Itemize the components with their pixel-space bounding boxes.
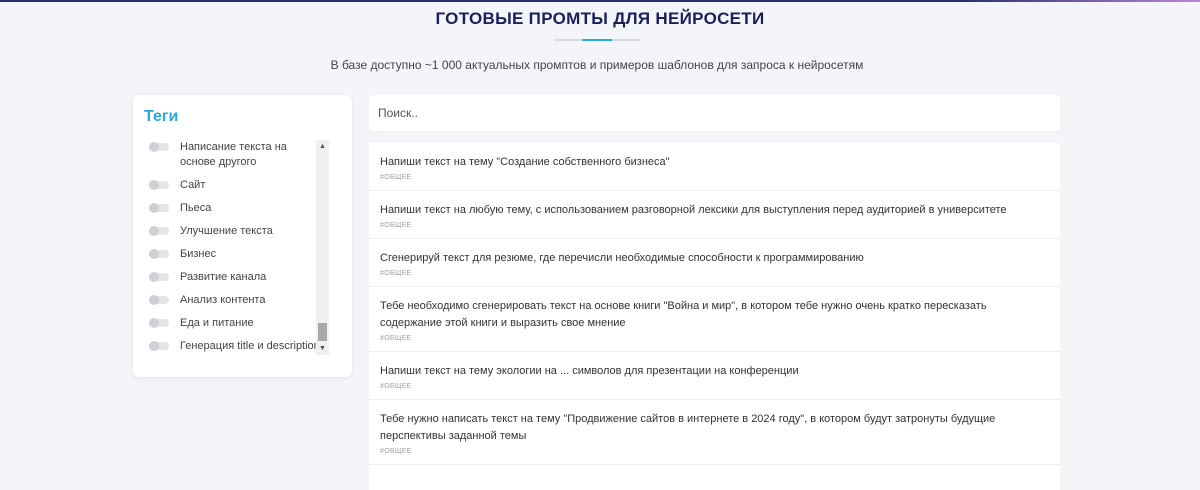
tag-label: Написание текста на основе другого [180,141,287,168]
prompt-text[interactable]: Тебе необходимо сгенерировать текст на о… [380,298,1049,332]
top-accent-line [0,0,1200,2]
prompt-tag[interactable]: #ОБЩЕЕ [380,222,1049,238]
prompt-tag[interactable]: #ОБЩЕЕ [380,174,1049,190]
prompt-text[interactable]: Напиши текст на тему "Создание собственн… [380,154,1049,171]
prompt-text[interactable]: Напиши текст на любую тему, с использова… [380,202,1049,219]
prompt-card[interactable]: Тебе необходимо сгенерировать текст на о… [369,287,1060,352]
prompts-list: Напиши текст на тему "Создание собственн… [369,143,1060,490]
prompt-card[interactable]: Сгенерируй текст для резюме, где перечис… [369,239,1060,287]
tag-toggle[interactable] [149,295,169,305]
tag-toggle[interactable] [149,142,169,152]
tag-label: Еда и питание [180,317,254,329]
scroll-down-arrow-icon[interactable]: ▼ [316,342,329,355]
title-underline [554,39,640,41]
tag-toggle[interactable] [149,318,169,328]
tag-label: Бизнес [180,248,217,260]
prompt-tag[interactable]: #ОБЩЕЕ [380,270,1049,286]
tag-item[interactable]: Пьеса [149,201,332,216]
tags-scrollbar[interactable]: ▲ ▼ [316,140,329,355]
tag-item[interactable]: Еда и питание [149,316,332,331]
tag-toggle[interactable] [149,180,169,190]
prompt-tag[interactable]: #ОБЩЕЕ [380,383,1049,399]
search-input[interactable] [369,95,1060,131]
tag-item[interactable]: Бизнес [149,247,332,262]
prompt-card[interactable]: Тебе нужно написать текст на тему "Продв… [369,400,1060,465]
tag-toggle[interactable] [149,272,169,282]
tags-list: Написание текста на основе другого Сайт … [149,140,332,354]
prompt-tag[interactable]: #ОБЩЕЕ [380,335,1049,351]
tag-label: Развитие канала [180,271,267,283]
scroll-thumb[interactable] [318,323,327,341]
prompt-tag[interactable]: #ОБЩЕЕ [380,448,1049,464]
prompt-text[interactable]: Сгенерируй текст для резюме, где перечис… [380,250,1049,267]
tag-label: Анализ контента [180,294,266,306]
tags-title: Теги [144,108,179,125]
tag-toggle[interactable] [149,249,169,259]
tag-toggle[interactable] [149,203,169,213]
scroll-up-arrow-icon[interactable]: ▲ [316,140,329,153]
tag-item[interactable]: Развитие канала [149,270,332,285]
page-title: ГОТОВЫЕ ПРОМТЫ ДЛЯ НЕЙРОСЕТИ [435,9,765,28]
tag-item[interactable]: Генерация title и description [149,339,332,354]
tag-item[interactable]: Сайт [149,178,332,193]
tag-toggle[interactable] [149,226,169,236]
prompt-card[interactable]: Напиши текст на тему "Создание собственн… [369,143,1060,191]
tag-label: Генерация title и description [180,340,320,352]
tag-label: Сайт [180,179,206,191]
tag-item[interactable]: Анализ контента [149,293,332,308]
tag-label: Пьеса [180,202,212,214]
prompt-card[interactable]: Напиши текст на тему экологии на ... сим… [369,352,1060,400]
title-underline-accent [582,39,612,41]
prompt-text[interactable]: Напиши текст на тему экологии на ... сим… [380,363,1049,380]
tag-item[interactable]: Написание текста на основе другого [149,140,332,170]
prompt-card[interactable]: Напиши текст на любую тему, с использова… [369,191,1060,239]
page-subtitle: В базе доступно ~1 000 актуальных промпт… [330,58,864,72]
tag-toggle[interactable] [149,341,169,351]
tag-item[interactable]: Улучшение текста [149,224,332,239]
prompt-text[interactable]: Тебе нужно написать текст на тему "Продв… [380,411,1049,445]
tag-label: Улучшение текста [180,225,273,237]
